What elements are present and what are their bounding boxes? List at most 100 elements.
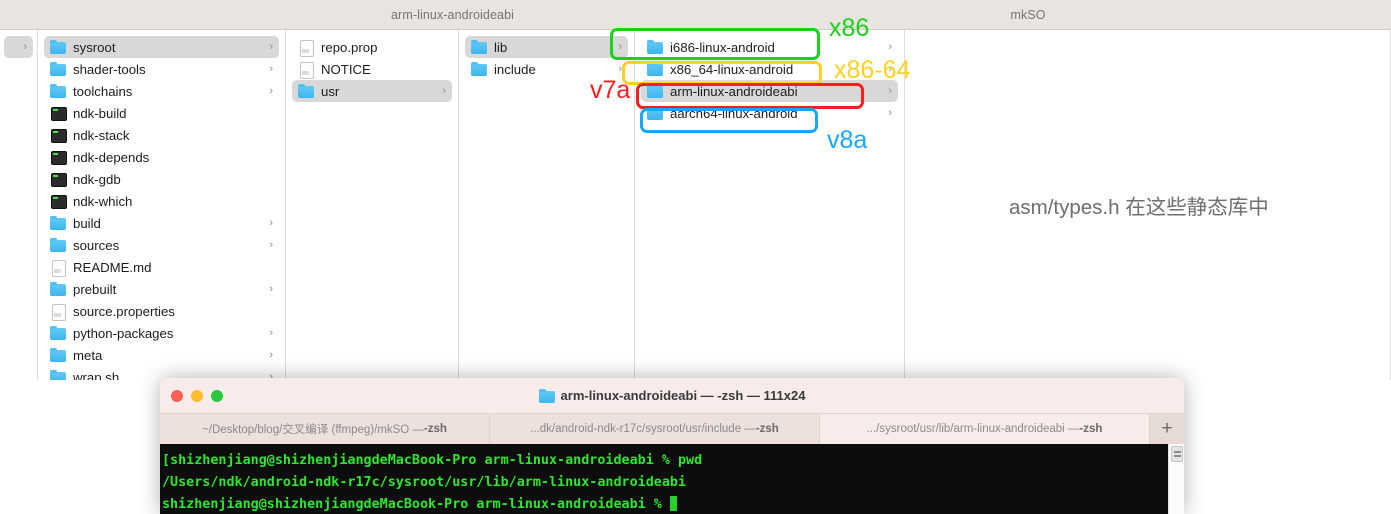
file-row[interactable]: lib › [465, 36, 628, 58]
file-row[interactable]: python-packages › [44, 322, 279, 344]
terminal-scrollbar[interactable] [1168, 444, 1184, 514]
file-row[interactable]: repo.prop› [292, 36, 452, 58]
folder-icon [647, 40, 663, 54]
chevron-right-icon: › [269, 283, 273, 295]
chevron-right-icon: › [269, 327, 273, 339]
file-row[interactable]: build › [44, 212, 279, 234]
chevron-right-icon: › [888, 85, 892, 97]
folder-icon [50, 62, 66, 76]
static-library-note: asm/types.h 在这些静态库中 [1009, 196, 1269, 219]
file-name: README.md [73, 259, 152, 275]
close-button[interactable] [171, 389, 183, 402]
file-row[interactable]: i686-linux-android › [641, 36, 898, 58]
edge-column: › [0, 30, 38, 380]
file-row[interactable]: README.md› [44, 256, 279, 278]
terminal-line: /Users/ndk/android-ndk-r17c/sysroot/usr/… [162, 475, 687, 490]
terminal-tab-bar[interactable]: ~/Desktop/blog/交叉编译 (ffmpeg)/mkSO — -zsh… [160, 414, 1184, 444]
terminal-line: shizhenjiang@shizhenjiangdeMacBook-Pro a… [162, 494, 1184, 514]
terminal-titlebar[interactable]: arm-linux-androideabi — -zsh — 111x24 [160, 378, 1184, 414]
terminal-line: [shizhenjiang@shizhenjiangdeMacBook-Pro … [162, 453, 703, 468]
terminal-tab-shell: -zsh [755, 423, 779, 435]
finder-left-body: › sysroot › shader-tools › toolchains › ndk-bui… [0, 30, 905, 380]
file-row[interactable]: x86_64-linux-android › [641, 58, 898, 80]
terminal-tab[interactable]: .../sysroot/usr/lib/arm-linux-androideab… [820, 414, 1150, 444]
file-row[interactable]: ndk-depends› [44, 146, 279, 168]
terminal-title-label: arm-linux-androideabi — -zsh — 111x24 [560, 388, 806, 403]
folder-icon [50, 238, 66, 252]
file-name: ndk-depends [73, 149, 150, 165]
file-row[interactable]: ndk-stack› [44, 124, 279, 146]
file-name: shader-tools [73, 61, 146, 77]
chevron-right-icon: › [269, 63, 273, 75]
file-name: x86_64-linux-android [670, 61, 794, 77]
file-name: sysroot [73, 39, 116, 55]
terminal-tab-label: .../sysroot/usr/lib/arm-linux-androideab… [866, 423, 1080, 435]
terminal-tab-shell: -zsh [423, 423, 447, 435]
chevron-right-icon: › [269, 239, 273, 251]
file-name: ndk-build [73, 105, 127, 121]
document-icon [50, 304, 66, 321]
folder-icon [50, 282, 66, 296]
file-row[interactable]: aarch64-linux-android › [641, 102, 898, 124]
file-name: build [73, 215, 101, 231]
new-tab-button[interactable]: + [1150, 414, 1184, 444]
folder-icon [50, 348, 66, 362]
file-name: ndk-which [73, 193, 133, 209]
terminal-tab[interactable]: ~/Desktop/blog/交叉编译 (ffmpeg)/mkSO — -zsh [160, 414, 490, 444]
file-row[interactable]: ndk-build› [44, 102, 279, 124]
file-row[interactable]: ndk-which› [44, 190, 279, 212]
lib-abi-column: i686-linux-android › x86_64-linux-android ›… [635, 30, 905, 380]
folder-icon [538, 388, 555, 403]
folder-icon [647, 62, 663, 76]
terminal-tab[interactable]: ...dk/android-ndk-r17c/sysroot/usr/inclu… [490, 414, 820, 444]
file-name: usr [321, 83, 340, 99]
folder-icon [50, 370, 66, 380]
file-row[interactable]: ndk-gdb› [44, 168, 279, 190]
file-row[interactable]: meta › [44, 344, 279, 366]
chevron-right-icon: › [269, 41, 273, 53]
file-row[interactable]: source.properties› [44, 300, 279, 322]
folder-icon [471, 40, 487, 54]
file-row[interactable]: toolchains › [44, 80, 279, 102]
zoom-button[interactable] [211, 389, 223, 402]
terminal-icon [50, 106, 67, 121]
file-name: toolchains [73, 83, 133, 99]
finder-window-arm-linux-androideabi[interactable]: arm-linux-androideabi › sysroot › shader-to… [0, 0, 905, 380]
file-name: meta [73, 347, 103, 363]
file-row[interactable]: arm-linux-androideabi › [641, 80, 898, 102]
file-row[interactable]: › [4, 36, 33, 58]
minimize-button[interactable] [191, 389, 203, 402]
chevron-right-icon: › [618, 41, 622, 53]
document-icon [298, 40, 314, 57]
file-row[interactable]: usr › [292, 80, 452, 102]
terminal-window[interactable]: arm-linux-androideabi — -zsh — 111x24 ~/… [160, 378, 1184, 514]
terminal-tab-shell: -zsh [1079, 423, 1103, 435]
traffic-lights[interactable] [171, 389, 223, 402]
chevron-right-icon: › [23, 41, 27, 53]
ndk-root-column: sysroot › shader-tools › toolchains › ndk-buil… [38, 30, 286, 380]
chevron-right-icon: › [269, 349, 273, 361]
folder-icon [50, 216, 66, 230]
folder-icon [50, 84, 66, 98]
file-row[interactable]: include › [465, 58, 628, 80]
chevron-right-icon: › [888, 107, 892, 119]
folder-icon [647, 106, 663, 120]
file-row[interactable]: sources › [44, 234, 279, 256]
usr-column: lib › include › [459, 30, 635, 380]
file-name: include [494, 61, 536, 77]
terminal-icon [50, 150, 67, 165]
scrollbar-handle[interactable] [1171, 446, 1183, 462]
file-row[interactable]: NOTICE› [292, 58, 452, 80]
file-row[interactable]: shader-tools › [44, 58, 279, 80]
screenshot-root: mkSO libstdc++.alibc.alibm.alibdl.alibco… [0, 0, 1391, 514]
terminal-screen[interactable]: [shizhenjiang@shizhenjiangdeMacBook-Pro … [160, 444, 1184, 514]
file-name: sources [73, 237, 120, 253]
folder-icon [471, 62, 487, 76]
terminal-cursor [669, 496, 677, 511]
file-row[interactable]: sysroot › [44, 36, 279, 58]
terminal-tab-label: ~/Desktop/blog/交叉编译 (ffmpeg)/mkSO — [202, 424, 424, 436]
file-name: ndk-stack [73, 127, 130, 143]
chevron-right-icon: › [888, 41, 892, 53]
document-icon [298, 62, 314, 79]
file-row[interactable]: prebuilt › [44, 278, 279, 300]
